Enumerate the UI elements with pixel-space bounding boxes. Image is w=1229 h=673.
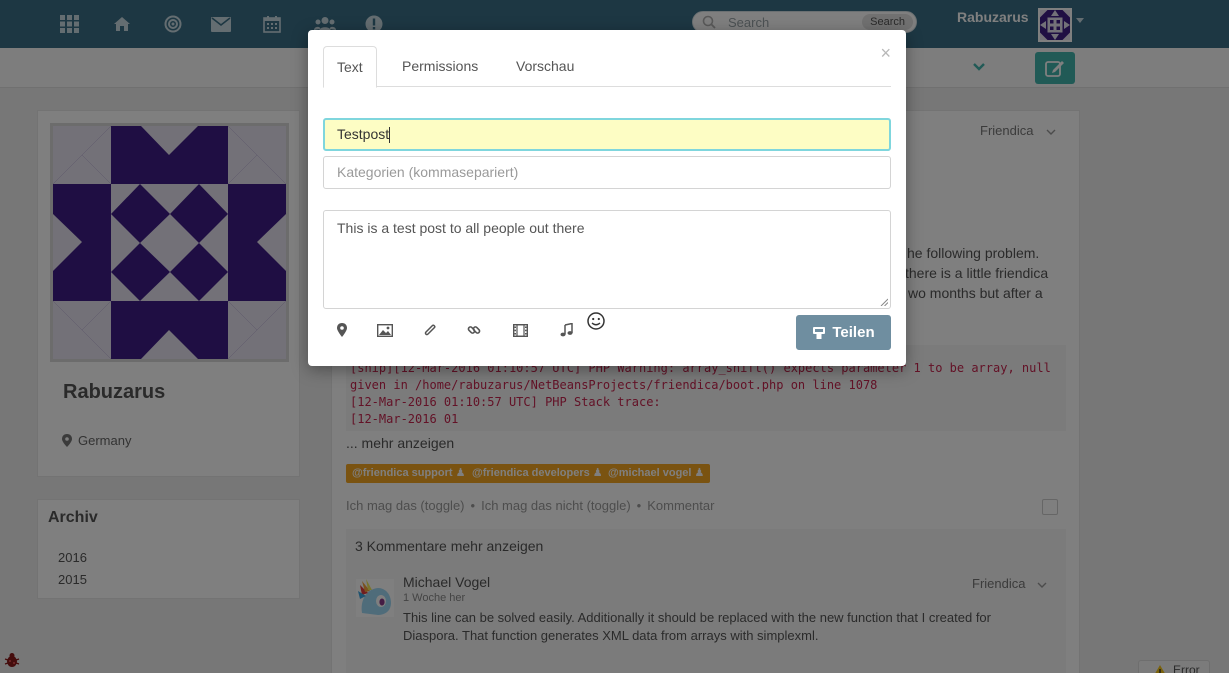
body-textarea[interactable]: This is a test post to all people out th… bbox=[323, 210, 891, 309]
tab-permissions[interactable]: Permissions bbox=[389, 46, 491, 87]
title-value: Testpost bbox=[337, 126, 390, 142]
paperclip-icon[interactable] bbox=[421, 321, 439, 339]
tab-text[interactable]: Text bbox=[323, 46, 377, 88]
share-icon bbox=[813, 326, 826, 339]
category-placeholder: Kategorien (kommasepariert) bbox=[337, 164, 519, 180]
image-icon[interactable] bbox=[376, 321, 394, 339]
map-marker-icon[interactable] bbox=[333, 321, 351, 339]
title-input[interactable]: Testpost bbox=[323, 118, 891, 151]
text-caret bbox=[389, 127, 391, 144]
music-icon[interactable] bbox=[557, 321, 575, 339]
category-input[interactable]: Kategorien (kommasepariert) bbox=[323, 156, 891, 189]
share-button[interactable]: Teilen bbox=[796, 315, 891, 350]
resize-handle-icon[interactable] bbox=[880, 298, 888, 306]
compose-tabs: Text Permissions Vorschau bbox=[323, 46, 891, 88]
film-icon[interactable] bbox=[511, 321, 529, 339]
share-label: Teilen bbox=[832, 324, 875, 341]
smiley-icon[interactable] bbox=[587, 312, 605, 330]
body-value: This is a test post to all people out th… bbox=[337, 220, 585, 236]
compose-modal: × Text Permissions Vorschau Testpost Kat… bbox=[308, 30, 906, 366]
tab-preview[interactable]: Vorschau bbox=[503, 46, 587, 87]
link-icon[interactable] bbox=[465, 321, 483, 339]
